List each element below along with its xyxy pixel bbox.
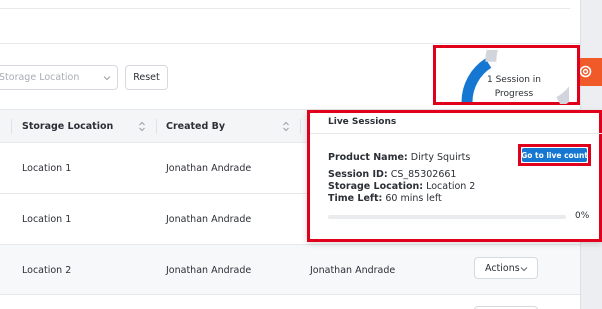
table-row[interactable] xyxy=(0,295,580,309)
chevron-down-icon xyxy=(103,76,111,81)
live-sessions-title: Live Sessions xyxy=(328,117,397,127)
header-created-by[interactable]: Created By xyxy=(166,121,225,132)
cell-location: Location 1 xyxy=(22,214,72,225)
storage-location-value: Location 2 xyxy=(426,181,476,192)
session-progress-bar xyxy=(328,215,566,219)
sort-icon[interactable] xyxy=(282,121,290,132)
time-left-line: Time Left: 60 mins left xyxy=(328,193,442,204)
session-progress-percent: 0% xyxy=(575,211,590,221)
time-left-label: Time Left: xyxy=(328,193,383,204)
live-sessions-popup: Live Sessions Product Name: Dirty Squirt… xyxy=(307,110,602,242)
live-count-highlight: Go to live count xyxy=(518,144,591,166)
storage-location-label: Storage Location: xyxy=(328,181,424,192)
gauge-label-line1: 1 Session in xyxy=(487,75,541,85)
column-divider xyxy=(156,119,157,134)
session-id-label: Session ID: xyxy=(328,169,388,180)
sort-icon[interactable] xyxy=(138,121,146,132)
storage-location-line: Storage Location: Location 2 xyxy=(328,181,475,192)
chevron-down-icon xyxy=(520,267,528,272)
gauge-label: 1 Session in Progress xyxy=(482,73,546,101)
go-to-live-count-button[interactable]: Go to live count xyxy=(521,148,588,162)
actions-button[interactable]: Actions xyxy=(474,257,538,279)
column-divider xyxy=(11,119,12,134)
product-name-line: Product Name: Dirty Squirts xyxy=(328,152,470,163)
cell-assigned: Jonathan Andrade xyxy=(310,265,396,276)
table-row[interactable]: Location 2 Jonathan Andrade Jonathan And… xyxy=(0,245,580,295)
cell-location: Location 1 xyxy=(22,163,72,174)
divider xyxy=(0,8,570,9)
actions-label: Actions xyxy=(485,262,520,274)
cell-created-by: Jonathan Andrade xyxy=(166,214,252,225)
divider xyxy=(310,133,602,134)
reset-button[interactable]: Reset xyxy=(125,65,168,90)
column-divider xyxy=(300,119,301,134)
product-name-label: Product Name: xyxy=(328,152,408,163)
top-strip xyxy=(0,0,580,44)
header-storage-location[interactable]: Storage Location xyxy=(22,121,113,132)
lifebuoy-icon xyxy=(579,65,592,78)
storage-location-select[interactable]: Storage Location xyxy=(0,65,118,90)
gauge-label-line2: Progress xyxy=(494,89,534,99)
storage-location-placeholder: Storage Location xyxy=(0,72,80,83)
session-id-line: Session ID: CS_85302661 xyxy=(328,169,456,180)
time-left-value: 60 mins left xyxy=(385,193,442,204)
cell-location: Location 2 xyxy=(22,265,72,276)
session-id-value: CS_85302661 xyxy=(390,169,457,180)
cell-created-by: Jonathan Andrade xyxy=(166,265,252,276)
cell-created-by: Jonathan Andrade xyxy=(166,163,252,174)
session-gauge-panel[interactable]: 1 Session in Progress xyxy=(433,45,580,105)
product-name-value: Dirty Squirts xyxy=(410,152,471,163)
